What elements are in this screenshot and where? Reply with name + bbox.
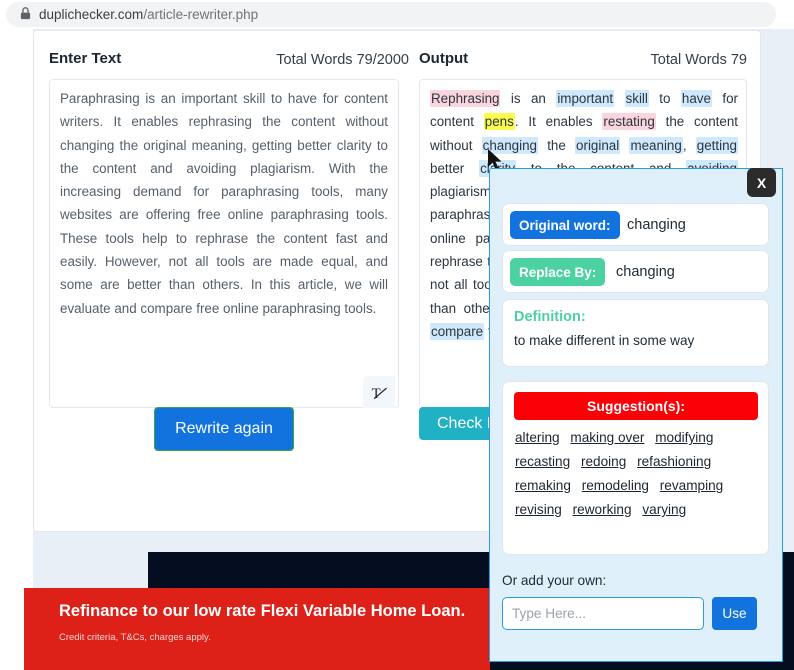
url-path: /article-rewriter.php <box>143 7 259 22</box>
replace-by-value: changing <box>616 264 675 280</box>
original-word-value: changing <box>627 217 686 233</box>
highlighted-word[interactable]: original <box>575 136 621 154</box>
highlighted-word[interactable]: have <box>680 90 712 107</box>
highlighted-word[interactable]: Rephrasing <box>430 90 501 107</box>
highlighted-word[interactable]: getting <box>695 136 738 154</box>
add-own-label: Or add your own: <box>502 573 607 588</box>
browser-chrome: duplichecker.com/article-rewriter.php <box>0 0 794 30</box>
add-own-input[interactable] <box>502 597 704 630</box>
suggestions-label: Suggestion(s): <box>514 392 758 420</box>
suggestion-link[interactable]: reworking <box>573 502 632 517</box>
input-text: Paraphrasing is an important skill to ha… <box>60 91 388 316</box>
suggestion-link[interactable]: revising <box>515 502 562 517</box>
lock-icon <box>20 7 31 20</box>
suggestion-link[interactable]: refashioning <box>637 454 711 469</box>
highlighted-word[interactable]: pens <box>483 113 515 131</box>
highlighted-word[interactable]: skill <box>624 90 649 107</box>
definition-label: Definition: <box>514 309 586 325</box>
advertisement-banner[interactable]: Refinance to our low rate Flexi Variable… <box>24 588 490 670</box>
replace-by-label: Replace By: <box>510 258 606 286</box>
screenshot-root: duplichecker.com/article-rewriter.php En… <box>0 0 794 670</box>
input-panel-header: Enter Text <box>49 50 121 72</box>
highlighted-word[interactable]: restating <box>602 113 656 131</box>
suggestion-link[interactable]: remodeling <box>582 478 649 493</box>
suggestion-list: altering making over modifying recasting… <box>515 426 761 522</box>
output-panel-header: Output <box>419 50 468 72</box>
suggestion-link[interactable]: recasting <box>515 454 570 469</box>
suggestion-link[interactable]: redoing <box>581 454 626 469</box>
rewrite-again-button[interactable]: Rewrite again <box>154 407 294 451</box>
definition-text: to make different in some way <box>514 333 695 348</box>
definition-box: Definition: to make different in some wa… <box>502 299 769 367</box>
output-word-count: Total Words 79 <box>650 52 747 68</box>
suggestion-link[interactable]: modifying <box>655 430 713 445</box>
url-domain: duplichecker.com <box>39 7 144 22</box>
use-button[interactable]: Use <box>712 597 757 630</box>
synonym-popup: X Original word: changing Replace By: ch… <box>489 168 783 662</box>
input-word-count: Total Words 79/2000 <box>276 52 409 68</box>
highlighted-word[interactable]: meaning <box>629 136 683 154</box>
original-word-row: Original word: changing <box>502 203 769 246</box>
page-left-rail <box>0 29 33 670</box>
ad-disclaimer: Credit criteria, T&Cs, charges apply. <box>59 632 211 643</box>
original-word-label: Original word: <box>510 211 620 239</box>
ad-headline: Refinance to our low rate Flexi Variable… <box>59 602 466 620</box>
output-panel-title: Output <box>419 50 469 67</box>
suggestion-link[interactable]: remaking <box>515 478 571 493</box>
suggestions-box: Suggestion(s): altering making over modi… <box>502 381 769 555</box>
close-icon[interactable]: X <box>747 168 776 197</box>
input-panel-title: Enter Text <box>49 50 122 67</box>
url-text: duplichecker.com/article-rewriter.php <box>39 5 258 25</box>
input-textarea[interactable]: Paraphrasing is an important skill to ha… <box>49 79 399 408</box>
highlighted-word[interactable]: compare <box>430 322 485 340</box>
replace-by-row[interactable]: Replace By: changing <box>502 250 769 293</box>
suggestion-link[interactable]: varying <box>642 502 686 517</box>
suggestion-link[interactable]: altering <box>515 430 560 445</box>
text-slash-icon[interactable]: T <box>363 376 395 408</box>
suggestion-link[interactable]: making over <box>570 430 644 445</box>
highlighted-word[interactable]: important <box>556 90 615 107</box>
suggestion-link[interactable]: revamping <box>660 478 723 493</box>
